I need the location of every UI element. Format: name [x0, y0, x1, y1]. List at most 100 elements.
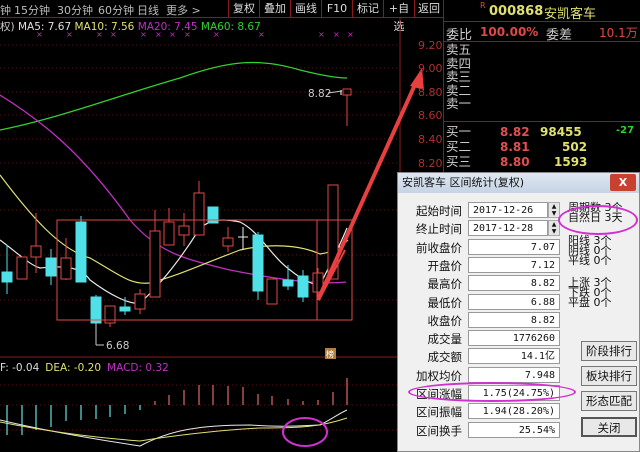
- candle-body: [16, 256, 28, 280]
- row-label: 起始时间: [416, 204, 462, 218]
- candle-body: [30, 245, 42, 258]
- bid-2-label: 买二: [446, 139, 472, 154]
- interval-stats-dialog: 安凯客车 区间统计(复权) X 起始时间 2017-12-26 ▲ ▼ 终止时间 2017-…: [397, 172, 640, 452]
- row-label: 区间换手: [416, 423, 462, 438]
- svg-text:×: ×: [36, 30, 43, 39]
- candlesticks: [1, 181, 339, 327]
- bid-3-volume: 1593: [554, 155, 588, 169]
- candle-body: [134, 293, 146, 310]
- ma60-line: [0, 61, 348, 131]
- candle-body: [222, 237, 234, 247]
- highlight-ellipse-macd: [282, 417, 328, 447]
- badge-r: R: [480, 1, 486, 10]
- value-field: 8.82: [468, 275, 560, 292]
- signal-markers: × × × × × × × × × × × × ×: [36, 30, 354, 39]
- bid-1-change: -27: [616, 125, 635, 136]
- row-label: 终止时间: [416, 222, 462, 237]
- row-label: 收盘价: [427, 313, 463, 328]
- close-icon[interactable]: X: [610, 174, 636, 191]
- candle-body: [282, 279, 294, 287]
- row-label: 开盘价: [427, 258, 463, 273]
- stock-code: 000868: [489, 4, 544, 19]
- dialog-titlebar[interactable]: 安凯客车 区间统计(复权) X: [398, 173, 639, 193]
- svg-text:×: ×: [258, 30, 265, 39]
- value-field: 1.94(28.20%): [468, 403, 560, 420]
- axis-tick: 9.00: [418, 62, 443, 75]
- dif-line: [0, 409, 348, 447]
- ask-4: 卖四: [446, 55, 472, 71]
- rank-marker-icon[interactable]: 榜: [326, 349, 334, 359]
- candle-body: [75, 221, 87, 283]
- svg-text:×: ×: [347, 30, 354, 39]
- date-input[interactable]: 2017-12-28: [468, 220, 548, 237]
- row-label: 成交额: [427, 350, 463, 365]
- svg-text:×: ×: [318, 30, 325, 39]
- candle-body: [178, 225, 190, 236]
- candle-body: [207, 206, 219, 224]
- candle-body: [1, 271, 13, 283]
- row-label: 最低价: [427, 295, 463, 310]
- bid-2-price: 8.81: [500, 140, 530, 154]
- low-label: 6.68: [106, 340, 129, 352]
- value-field: 7.12: [468, 256, 560, 273]
- value-field: 8.82: [468, 311, 560, 328]
- svg-text:×: ×: [110, 30, 117, 39]
- candle-body: [45, 257, 57, 277]
- svg-text:×: ×: [96, 30, 103, 39]
- close-button[interactable]: 关闭: [581, 417, 637, 437]
- candle-body: [90, 296, 102, 324]
- svg-text:×: ×: [140, 30, 147, 39]
- row-label: 区间振幅: [416, 405, 462, 420]
- value-field: 6.88: [468, 293, 560, 310]
- stat-flat-line: 平线 0个: [568, 254, 612, 267]
- ask-1: 卖一: [446, 96, 472, 111]
- row-label: 成交量: [427, 332, 463, 347]
- value-field: 7.07: [468, 238, 560, 255]
- sector-ranking-button[interactable]: 板块排行: [581, 366, 637, 386]
- svg-text:×: ×: [213, 30, 220, 39]
- candle-body: [252, 234, 264, 292]
- candle-body: [60, 257, 72, 280]
- axis-tick: 8.40: [418, 133, 443, 146]
- bid-3-label: 买三: [446, 154, 472, 169]
- value-field: 1776260: [468, 330, 560, 347]
- svg-text:×: ×: [169, 30, 176, 39]
- weibi-value: 100.00%: [480, 25, 539, 39]
- row-label: 加权均价: [416, 368, 462, 383]
- dea-value: DEA: -0.20: [45, 362, 101, 374]
- svg-text:×: ×: [184, 30, 191, 39]
- high-label: 8.82: [308, 88, 331, 100]
- candle-body: [163, 221, 175, 246]
- macd-legend: F: -0.04 DEA: -0.20 MACD: 0.32: [0, 362, 169, 374]
- row-label: 前收盘价: [416, 240, 462, 255]
- svg-text:×: ×: [66, 30, 73, 39]
- svg-text:×: ×: [155, 30, 162, 39]
- highlight-ellipse-change: [408, 382, 576, 402]
- axis-tick: 8.80: [418, 86, 443, 99]
- bid-3-price: 8.80: [500, 155, 530, 169]
- ask-2: 卖二: [446, 82, 472, 98]
- dif-value: F: -0.04: [0, 362, 40, 374]
- row-label: 最高价: [427, 277, 463, 292]
- ask-5: 卖五: [446, 42, 472, 57]
- candle-body: [119, 306, 131, 312]
- quote-panel: R 000868 安凯客车 委比 100.00% 委差 10.1万 卖五 卖四 卖三…: [443, 0, 640, 172]
- stage-ranking-button[interactable]: 阶段排行: [581, 341, 637, 361]
- axis-tick: 8.60: [418, 109, 443, 122]
- kline-chart[interactable]: × × × × × × × × × × × × × 8.82 6.68 榜 F: -0.04 DEA: -…: [0, 0, 443, 452]
- axis-tick: 8.20: [418, 157, 443, 170]
- stat-unchanged: 平盘 0个: [568, 296, 612, 309]
- highlight-ellipse-periods: [558, 205, 638, 235]
- macd-value: MACD: 0.32: [107, 362, 169, 374]
- value-field: 7.948: [468, 366, 560, 383]
- candle-body: [193, 192, 205, 236]
- candle-body: [266, 278, 278, 305]
- date-input[interactable]: 2017-12-26: [468, 202, 548, 218]
- pattern-match-button[interactable]: 形态匹配: [581, 391, 637, 411]
- bid-2-volume: 502: [562, 140, 588, 154]
- ask-labels: 卖五 卖四 卖三 卖二 卖一: [446, 43, 471, 111]
- ask-3: 卖三: [446, 69, 472, 84]
- dialog-title: 安凯客车 区间统计(复权): [402, 176, 525, 189]
- bid-1-label: 买一: [446, 124, 472, 139]
- value-field: 25.54%: [468, 421, 560, 438]
